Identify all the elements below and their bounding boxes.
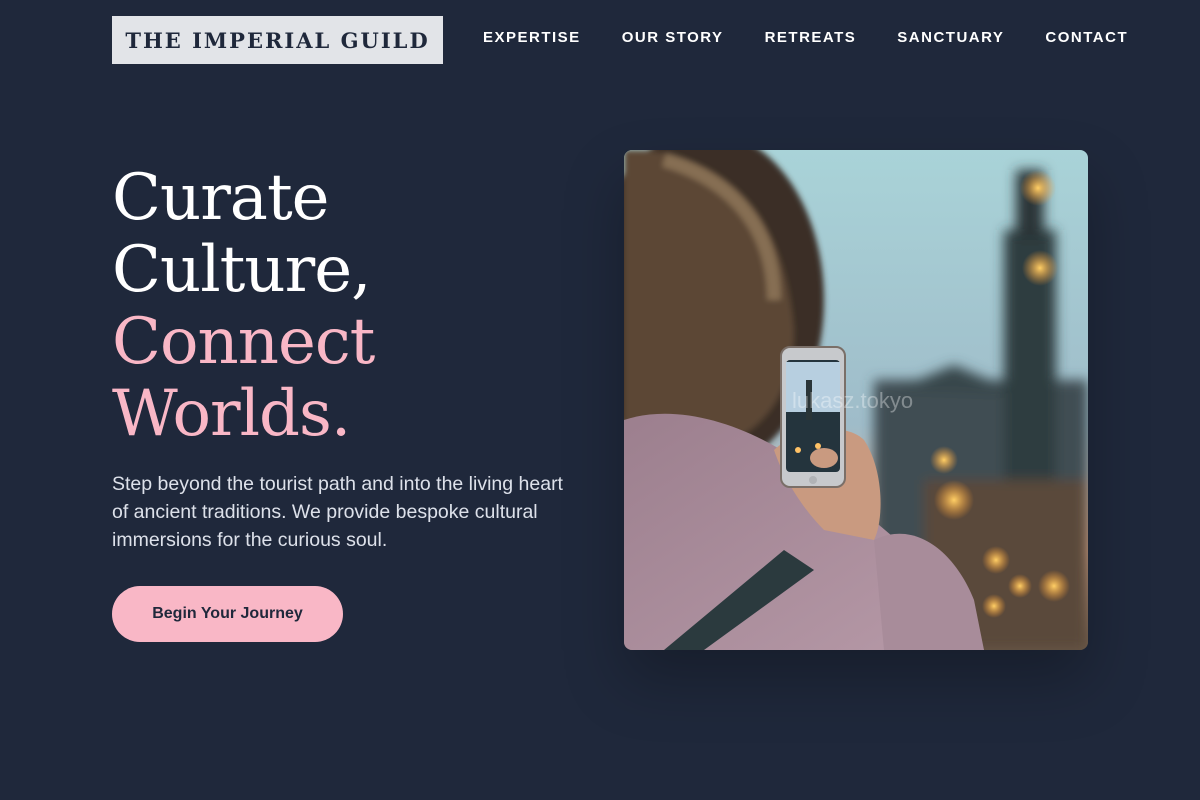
hero-image: lukasz.tokyo xyxy=(624,150,1088,650)
page: THE IMPERIAL GUILD EXPERTISE OUR STORY R… xyxy=(0,0,1200,800)
main-nav: EXPERTISE OUR STORY RETREATS SANCTUARY C… xyxy=(483,29,1128,46)
headline-line-1: Curate xyxy=(112,161,330,235)
headline-line-4: Worlds. xyxy=(112,377,351,451)
image-watermark: lukasz.tokyo xyxy=(792,388,914,413)
begin-journey-button[interactable]: Begin Your Journey xyxy=(112,586,343,642)
nav-our-story[interactable]: OUR STORY xyxy=(622,29,724,46)
headline-line-2: Culture, xyxy=(112,233,371,307)
brand-logo[interactable]: THE IMPERIAL GUILD xyxy=(112,16,443,64)
nav-sanctuary[interactable]: SANCTUARY xyxy=(897,29,1004,46)
nav-expertise[interactable]: EXPERTISE xyxy=(483,29,581,46)
nav-contact[interactable]: CONTACT xyxy=(1045,29,1128,46)
nav-retreats[interactable]: RETREATS xyxy=(765,29,857,46)
hero-description: Step beyond the tourist path and into th… xyxy=(112,473,563,551)
hero-headline: Curate Culture, Connect Worlds. xyxy=(112,161,375,451)
headline-line-3: Connect xyxy=(112,305,375,379)
